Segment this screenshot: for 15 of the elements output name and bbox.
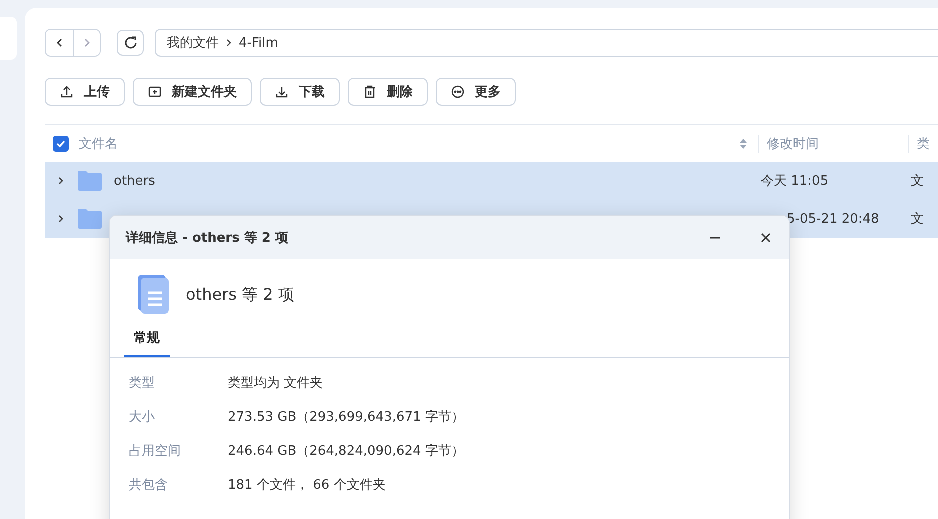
- modified-time: 5-05-21 20:48: [786, 212, 880, 226]
- file-name: others: [114, 174, 156, 188]
- property-label: 大小: [129, 409, 156, 426]
- dialog-title: 详细信息 - others 等 2 项: [126, 230, 290, 246]
- property-label: 共包含: [129, 477, 169, 494]
- property-value: 类型均为 文件夹: [228, 375, 324, 392]
- property-value: 273.53 GB（293,699,643,671 字节）: [228, 409, 464, 426]
- file-type: 文: [911, 173, 924, 190]
- file-type: 文: [911, 211, 924, 228]
- property-label: 类型: [129, 375, 156, 392]
- selection-heading: others 等 2 项: [186, 284, 294, 306]
- property-value: 246.64 GB（264,824,090,624 字节）: [228, 443, 464, 460]
- modified-time: 今天 11:05: [761, 173, 830, 190]
- property-label: 占用空间: [129, 443, 182, 460]
- property-value: 181 个文件， 66 个文件夹: [228, 477, 386, 494]
